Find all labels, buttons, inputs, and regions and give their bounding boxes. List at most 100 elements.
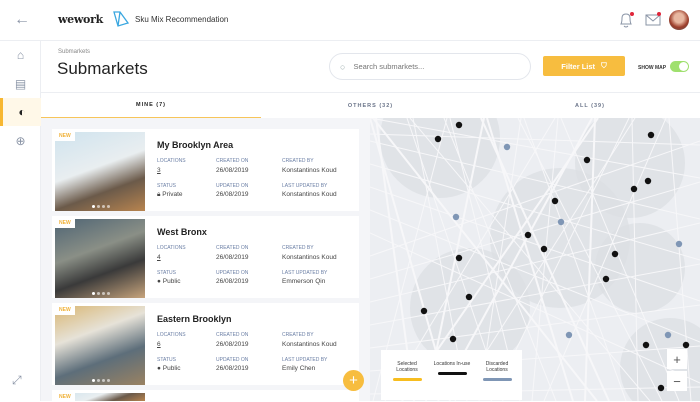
created-by-label: CREATED BY <box>282 332 314 338</box>
created-by-label: CREATED BY <box>282 245 314 251</box>
location-in-use-marker[interactable] <box>449 335 457 343</box>
submarket-photo[interactable]: NEW <box>55 132 145 211</box>
updated-on-value: 26/08/2019 <box>216 191 249 198</box>
legend-swatch <box>392 378 422 381</box>
created-by-value: Konstantinos Koud <box>282 341 337 348</box>
expand-icon[interactable]: ⤢ <box>12 373 22 388</box>
home-icon: ⌂ <box>16 48 25 62</box>
submarket-name[interactable]: West Bronx <box>157 227 207 237</box>
location-in-use-marker[interactable] <box>434 135 442 143</box>
legend-label: Selected Locations <box>396 361 418 373</box>
locations-count[interactable]: 3 <box>157 167 161 174</box>
location-in-use-marker[interactable] <box>602 275 610 283</box>
location-in-use-marker[interactable] <box>682 341 690 349</box>
locations-count[interactable]: 6 <box>157 341 161 348</box>
discarded-location-marker[interactable] <box>452 213 460 221</box>
submarket-card[interactable]: NEW Eastern Brooklyn LOCATIONS 6 CREATED … <box>52 303 359 385</box>
map-zone <box>595 223 685 313</box>
map-legend: Selected Locations Locations In-use Disc… <box>381 350 522 400</box>
locations-label: LOCATIONS <box>157 245 186 251</box>
last-updated-by-label: LAST UPDATED BY <box>282 357 328 363</box>
tab-others[interactable]: OTHERS (32) <box>261 93 480 119</box>
top-bar: ← wework Sku Mix Recommendation <box>0 0 700 41</box>
submarket-name[interactable]: My Brooklyn Area <box>157 140 233 150</box>
location-in-use-marker[interactable] <box>630 185 638 193</box>
breadcrumb[interactable]: Submarkets <box>58 49 90 55</box>
zoom-out-button[interactable]: − <box>667 371 687 391</box>
filter-icon: ⛉ <box>601 61 607 70</box>
avatar[interactable] <box>669 10 689 30</box>
legend-label: Discarded Locations <box>485 361 509 373</box>
location-in-use-marker[interactable] <box>524 231 532 239</box>
sidebar: ⌂ ▤ ◐ ⊕ ⤢ <box>0 41 41 401</box>
search-input[interactable] <box>353 62 514 71</box>
tab-mine[interactable]: MINE (7) <box>41 93 261 119</box>
last-updated-by-value: Konstantinos Koud <box>282 191 337 198</box>
discarded-location-marker[interactable] <box>557 218 565 226</box>
tab-all[interactable]: ALL (39) <box>480 93 700 119</box>
status-value: 🔒︎ Private <box>157 191 183 199</box>
submarket-photo[interactable]: NEW <box>55 219 145 298</box>
sidebar-item-home[interactable]: ⌂ <box>0 41 41 69</box>
created-on-value: 26/08/2019 <box>216 167 249 174</box>
status-label: STATUS <box>157 357 176 363</box>
submarket-photo[interactable]: NEW <box>55 306 145 385</box>
location-in-use-marker[interactable] <box>551 197 559 205</box>
created-on-value: 26/08/2019 <box>216 254 249 261</box>
back-arrow-icon[interactable]: ← <box>14 11 30 29</box>
location-in-use-marker[interactable] <box>420 307 428 315</box>
submarket-card[interactable]: NEW <box>52 390 359 402</box>
search-icon: ○ <box>340 61 346 72</box>
location-in-use-marker[interactable] <box>647 131 655 139</box>
status-text: Public <box>162 278 181 285</box>
globe-icon: ● <box>157 365 161 372</box>
submarket-name[interactable]: Eastern Brooklyn <box>157 314 232 324</box>
locations-label: LOCATIONS <box>157 332 186 338</box>
location-in-use-marker[interactable] <box>657 384 665 392</box>
carousel-dots[interactable] <box>92 379 110 382</box>
sidebar-item-reports[interactable]: ▤ <box>0 70 41 98</box>
status-text: Private <box>162 191 183 198</box>
show-map-toggle[interactable] <box>670 61 689 72</box>
sidebar-item-search-locations[interactable]: ⊕ <box>0 127 41 155</box>
carousel-dots[interactable] <box>92 292 110 295</box>
discarded-location-marker[interactable] <box>503 143 511 151</box>
location-search-icon: ⊕ <box>15 134 26 148</box>
locations-count[interactable]: 4 <box>157 254 161 261</box>
location-in-use-marker[interactable] <box>583 156 591 164</box>
search-box[interactable]: ○ <box>329 53 531 80</box>
updated-on-value: 26/08/2019 <box>216 365 249 372</box>
location-in-use-marker[interactable] <box>455 254 463 262</box>
submarket-card[interactable]: NEW West Bronx LOCATIONS 4 CREATED ON 26/… <box>52 216 359 298</box>
sidebar-item-submarkets[interactable]: ◐ <box>0 98 41 126</box>
location-in-use-marker[interactable] <box>540 245 548 253</box>
show-map-label: SHOW MAP <box>638 65 667 71</box>
location-in-use-marker[interactable] <box>642 341 650 349</box>
created-on-label: CREATED ON <box>216 332 249 338</box>
created-by-value: Konstantinos Koud <box>282 254 337 261</box>
last-updated-by-value: Emily Chen <box>282 365 316 372</box>
discarded-location-marker[interactable] <box>664 331 672 339</box>
app-icon <box>113 11 130 27</box>
created-by-label: CREATED BY <box>282 158 314 164</box>
map[interactable]: Selected Locations Locations In-use Disc… <box>370 118 700 401</box>
legend-label: Locations In-use <box>433 361 471 367</box>
location-in-use-marker[interactable] <box>465 293 473 301</box>
add-submarket-button[interactable]: + <box>343 370 364 391</box>
zoom-in-button[interactable]: + <box>667 349 687 369</box>
carousel-dots[interactable] <box>92 205 110 208</box>
submarket-card[interactable]: NEW My Brooklyn Area LOCATIONS 3 CREATED … <box>52 129 359 211</box>
filter-list-button[interactable]: Filter List ⛉ <box>543 56 625 76</box>
status-text: Public <box>162 365 181 372</box>
new-badge: NEW <box>55 219 75 228</box>
new-badge: NEW <box>55 306 75 315</box>
submarket-photo[interactable]: NEW <box>55 393 145 402</box>
page-title: Submarkets <box>57 59 148 78</box>
location-in-use-marker[interactable] <box>455 121 463 129</box>
discarded-location-marker[interactable] <box>565 331 573 339</box>
location-in-use-marker[interactable] <box>644 177 652 185</box>
status-value: ● Public <box>157 365 180 372</box>
globe-icon: ● <box>157 278 161 285</box>
location-in-use-marker[interactable] <box>611 250 619 258</box>
discarded-location-marker[interactable] <box>675 240 683 248</box>
